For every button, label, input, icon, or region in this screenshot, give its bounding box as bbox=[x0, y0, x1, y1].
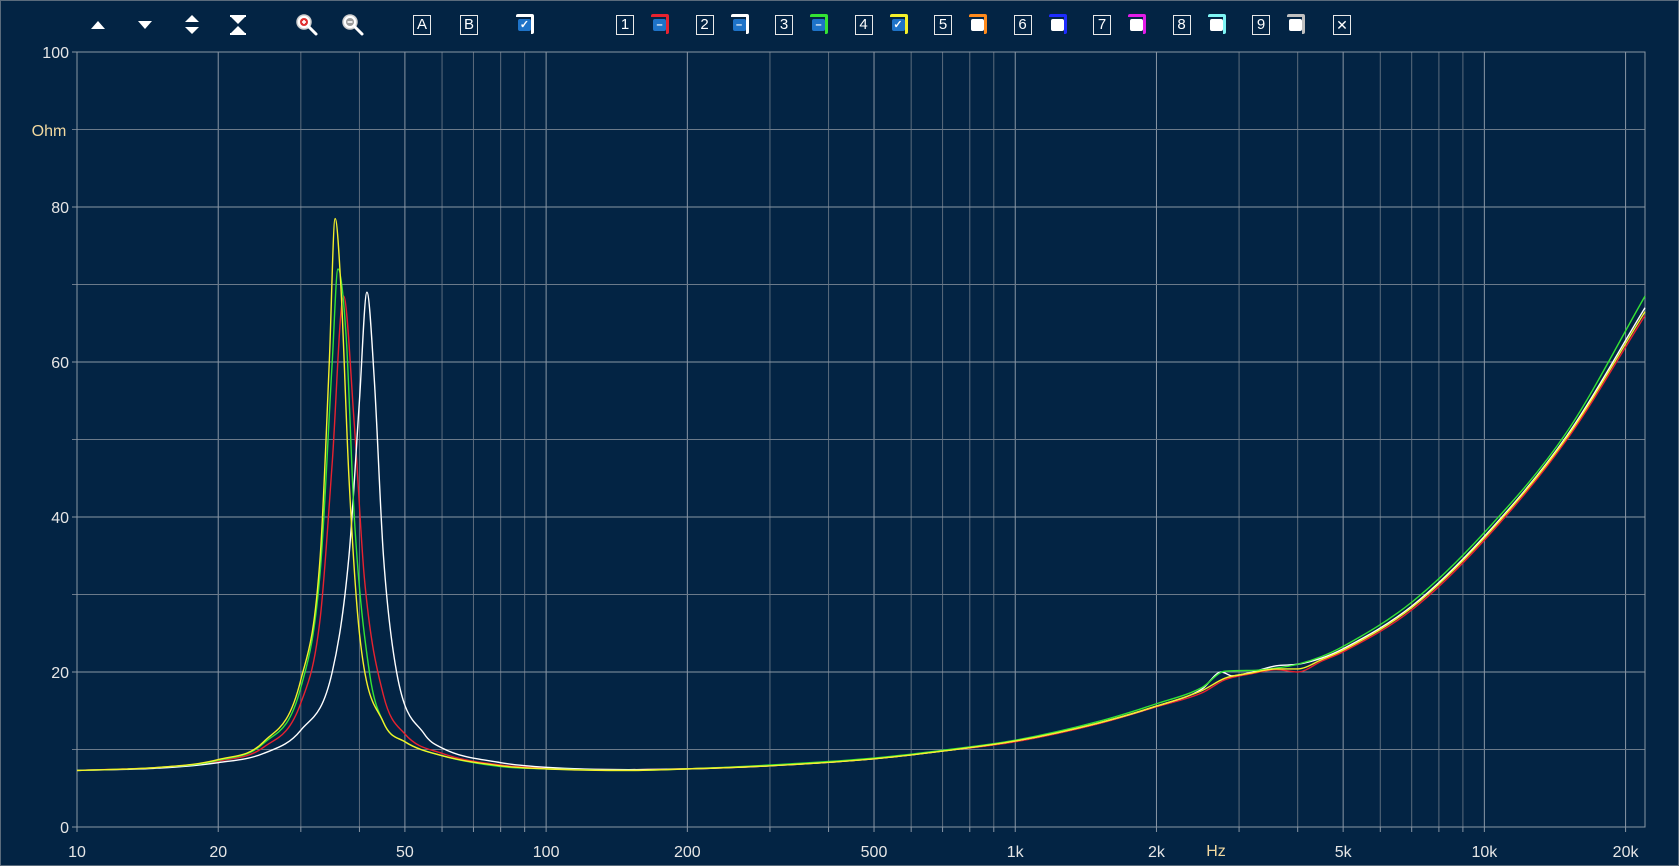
collapse-arrows-icon bbox=[230, 15, 246, 35]
x-tick-label: 20k bbox=[1613, 844, 1640, 861]
x-axis-ticks: 10 20 50 100 200 500 1k 2k 5k 10k 20k bbox=[68, 844, 1639, 861]
x-tick-label: 10 bbox=[68, 844, 86, 861]
slot-1-label[interactable]: 1 bbox=[616, 15, 634, 35]
series-line-3 bbox=[76, 268, 1646, 772]
slot-6-color-chip[interactable] bbox=[1048, 14, 1071, 36]
y-tick-label: 20 bbox=[51, 665, 69, 682]
y-tick-label: 40 bbox=[51, 510, 69, 527]
zoom-in-icon bbox=[296, 14, 318, 36]
toolbar: A B ✓ 1 – 2 – 3 – 4 ✓ 5 6 7 8 9 ✕ bbox=[1, 1, 1678, 47]
slot-3-label[interactable]: 3 bbox=[775, 15, 793, 35]
zoom-out-button[interactable] bbox=[341, 13, 365, 37]
x-axis-label: Hz bbox=[1206, 843, 1226, 860]
y-tick-label: 100 bbox=[42, 45, 69, 62]
slot-9-color-chip[interactable] bbox=[1287, 14, 1309, 36]
y-axis-ticks: 0 20 40 60 80 100 bbox=[42, 45, 69, 837]
x-tick-label: 100 bbox=[533, 844, 560, 861]
marker-b-button[interactable]: B bbox=[460, 15, 478, 35]
slot-5-label[interactable]: 5 bbox=[934, 15, 952, 35]
slot-1-color-chip[interactable]: – bbox=[651, 14, 673, 36]
slot-4-chip-mark: ✓ bbox=[891, 19, 905, 31]
slot-7-label[interactable]: 7 bbox=[1093, 15, 1111, 35]
slot-3-color-chip[interactable]: – bbox=[810, 14, 832, 36]
slot-2-chip-mark: – bbox=[732, 19, 746, 31]
slot-8-color-chip[interactable] bbox=[1207, 14, 1230, 36]
triangle-down-icon bbox=[138, 21, 152, 29]
slot-5-chip-mark bbox=[971, 19, 984, 31]
expand-arrows-icon bbox=[185, 15, 199, 34]
series-line-1 bbox=[76, 295, 1646, 772]
slot-6-chip-mark bbox=[1050, 19, 1064, 31]
check-icon: ✓ bbox=[518, 19, 531, 31]
y-axis-label: Ohm bbox=[32, 123, 67, 140]
slot-1-chip-mark: – bbox=[653, 19, 666, 31]
y-tick-label: 80 bbox=[51, 200, 69, 217]
y-tick-label: 0 bbox=[60, 820, 69, 837]
x-tick-label: 20 bbox=[209, 844, 227, 861]
slot-4-label[interactable]: 4 bbox=[854, 15, 873, 35]
move-up-button[interactable] bbox=[86, 13, 110, 37]
impedance-chart: 10 20 50 100 200 500 1k 2k 5k 10k 20k 0 20 40 60 80 100… bbox=[32, 45, 1646, 861]
move-down-button[interactable] bbox=[133, 13, 157, 37]
zoom-out-icon bbox=[342, 14, 364, 36]
slot-5-color-chip[interactable] bbox=[969, 14, 991, 36]
slot-2-label[interactable]: 2 bbox=[695, 15, 714, 35]
series-lines bbox=[76, 217, 1646, 772]
marker-a-button[interactable]: A bbox=[413, 15, 431, 35]
x-tick-label: 5k bbox=[1335, 844, 1353, 861]
x-tick-label: 2k bbox=[1148, 844, 1166, 861]
slot-6-label[interactable]: 6 bbox=[1013, 15, 1032, 35]
slot-8-chip-mark bbox=[1209, 19, 1223, 31]
slot-9-chip-mark bbox=[1289, 19, 1302, 31]
slot-9-label[interactable]: 9 bbox=[1252, 15, 1270, 35]
grid-lines bbox=[72, 51, 1645, 832]
overlay-toggle-button[interactable]: ✓ bbox=[516, 14, 538, 36]
x-tick-label: 10k bbox=[1471, 844, 1498, 861]
slot-2-color-chip[interactable]: – bbox=[730, 14, 753, 36]
x-tick-label: 1k bbox=[1007, 844, 1025, 861]
x-tick-label: 50 bbox=[396, 844, 414, 861]
slot-4-color-chip[interactable]: ✓ bbox=[889, 14, 912, 36]
triangle-up-icon bbox=[91, 21, 105, 29]
slot-7-color-chip[interactable] bbox=[1128, 14, 1150, 36]
slot-7-chip-mark bbox=[1130, 19, 1143, 31]
y-tick-label: 60 bbox=[51, 355, 69, 372]
close-button[interactable]: ✕ bbox=[1333, 15, 1351, 35]
series-line-2 bbox=[76, 291, 1646, 772]
series-line-4 bbox=[76, 217, 1646, 772]
x-tick-label: 500 bbox=[861, 844, 888, 861]
collapse-vertical-button[interactable] bbox=[226, 13, 250, 37]
zoom-in-button[interactable] bbox=[295, 13, 319, 37]
x-tick-label: 200 bbox=[674, 844, 701, 861]
slot-8-label[interactable]: 8 bbox=[1172, 15, 1191, 35]
expand-vertical-button[interactable] bbox=[180, 13, 204, 37]
slot-3-chip-mark: – bbox=[812, 19, 825, 31]
impedance-window: 10 20 50 100 200 500 1k 2k 5k 10k 20k 0 20 40 60 80 100… bbox=[0, 0, 1679, 866]
